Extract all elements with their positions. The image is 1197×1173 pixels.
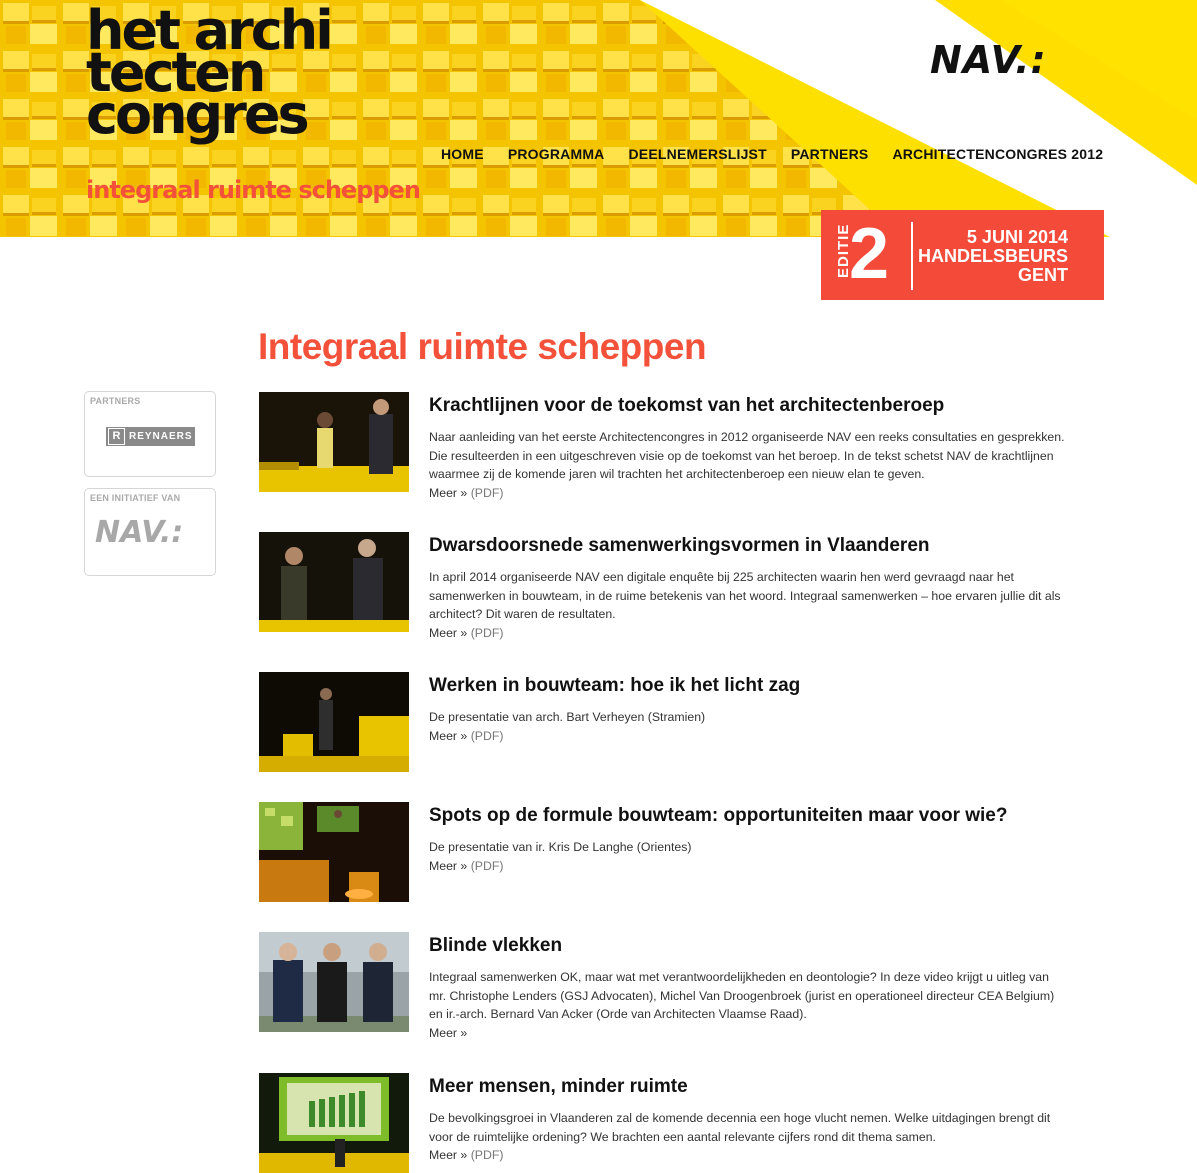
page-title: Integraal ruimte scheppen (258, 326, 707, 367)
article-links: Meer » (PDF) (429, 624, 1069, 643)
article-links: Meer » (429, 1024, 1069, 1043)
article-body: Meer mensen, minder ruimte De bevolkings… (429, 1073, 1069, 1165)
nav-partners[interactable]: PARTNERS (791, 146, 869, 162)
partners-label: PARTNERS (90, 396, 141, 406)
article-title[interactable]: Spots op de formule bouwteam: opportunit… (429, 804, 1069, 828)
reynaers-name: REYNAERS (129, 431, 193, 442)
edition-date: 5 JUNI 2014 (966, 227, 1068, 247)
more-link[interactable]: Meer » (429, 1026, 467, 1040)
site-logo[interactable]: het archi tecten congres (86, 4, 334, 146)
initiative-box[interactable]: EEN INITIATIEF VAN NAV.: (84, 488, 216, 576)
article-title[interactable]: Werken in bouwteam: hoe ik het licht zag (429, 674, 1069, 698)
pdf-link[interactable]: (PDF) (471, 729, 504, 743)
edition-number: 2 (849, 214, 890, 294)
pdf-link[interactable]: (PDF) (471, 1148, 504, 1162)
partners-box[interactable]: PARTNERS R REYNAERS (84, 391, 216, 477)
edition-city: GENT (1017, 265, 1068, 285)
more-link[interactable]: Meer » (429, 1148, 467, 1162)
article-body: Werken in bouwteam: hoe ik het licht zag… (429, 672, 1069, 745)
article-links: Meer » (PDF) (429, 1146, 1069, 1165)
article-links: Meer » (PDF) (429, 727, 1069, 746)
main-navigation: HOME PROGRAMMA DEELNEMERSLIJST PARTNERS … (441, 146, 1103, 162)
more-link[interactable]: Meer » (429, 486, 467, 500)
article-body: Blinde vlekken Integraal samenwerken OK,… (429, 932, 1069, 1043)
article-thumbnail[interactable] (259, 1073, 409, 1173)
more-link[interactable]: Meer » (429, 859, 467, 873)
article-links: Meer » (PDF) (429, 484, 1069, 503)
nav-grey-logo[interactable]: NAV.: (95, 515, 183, 550)
pdf-link[interactable]: (PDF) (471, 626, 504, 640)
article-thumbnail[interactable] (259, 932, 409, 1032)
nav-architectencongres-2012[interactable]: ARCHITECTENCONGRES 2012 (892, 146, 1103, 162)
edition-venue: HANDELSBEURS (917, 246, 1068, 266)
site-tagline: integraal ruimte scheppen (86, 176, 421, 204)
article-body: Spots op de formule bouwteam: opportunit… (429, 802, 1069, 875)
article-body: Krachtlijnen voor de toekomst van het ar… (429, 392, 1069, 503)
article-thumbnail[interactable] (259, 802, 409, 902)
article-text: Integraal samenwerken OK, maar wat met v… (429, 970, 1055, 1022)
pdf-link[interactable]: (PDF) (471, 859, 504, 873)
more-link[interactable]: Meer » (429, 626, 467, 640)
reynaers-mark: R (108, 428, 125, 445)
article-body: Dwarsdoorsnede samenwerkingsvormen in Vl… (429, 532, 1069, 643)
article-text: De bevolkingsgroei in Vlaanderen zal de … (429, 1111, 1051, 1144)
nav-home[interactable]: HOME (441, 146, 484, 162)
nav-programma[interactable]: PROGRAMMA (508, 146, 605, 162)
article-title[interactable]: Blinde vlekken (429, 934, 1069, 958)
pdf-link[interactable]: (PDF) (471, 486, 504, 500)
article-title[interactable]: Dwarsdoorsnede samenwerkingsvormen in Vl… (429, 534, 1069, 558)
article-title[interactable]: Krachtlijnen voor de toekomst van het ar… (429, 394, 1069, 418)
edition-badge: EDITIE 2 5 JUNI 2014 HANDELSBEURS GENT (821, 210, 1104, 300)
article-title[interactable]: Meer mensen, minder ruimte (429, 1075, 1069, 1099)
logo-line: congres (86, 83, 310, 146)
article-text: De presentatie van arch. Bart Verheyen (… (429, 710, 706, 724)
more-link[interactable]: Meer » (429, 729, 467, 743)
edition-divider (911, 222, 913, 290)
article-text: In april 2014 organiseerde NAV een digit… (429, 570, 1061, 622)
edition-info: 5 JUNI 2014 HANDELSBEURS GENT (918, 228, 1068, 285)
nav-brand-logo[interactable]: NAV.: (930, 38, 1047, 82)
reynaers-logo[interactable]: R REYNAERS (106, 427, 195, 446)
article-thumbnail[interactable] (259, 672, 409, 772)
article-text: De presentatie van ir. Kris De Langhe (O… (429, 840, 692, 854)
article-thumbnail[interactable] (259, 532, 409, 632)
article-text: Naar aanleiding van het eerste Architect… (429, 430, 1065, 482)
article-links: Meer » (PDF) (429, 857, 1069, 876)
initiative-label: EEN INITIATIEF VAN (90, 493, 181, 503)
article-thumbnail[interactable] (259, 392, 409, 492)
nav-deelnemerslijst[interactable]: DEELNEMERSLIJST (629, 146, 767, 162)
